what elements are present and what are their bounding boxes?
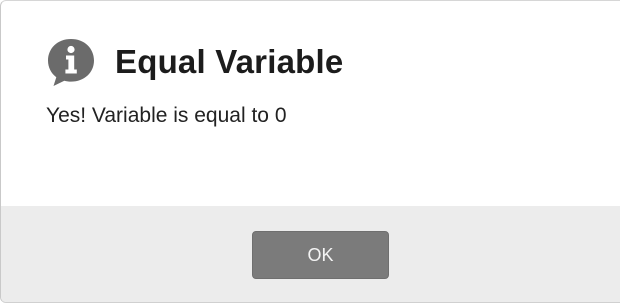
ok-button[interactable]: OK bbox=[252, 231, 389, 279]
info-icon bbox=[45, 36, 97, 88]
dialog-header: Equal Variable bbox=[45, 37, 343, 87]
alert-dialog: Equal Variable Yes! Variable is equal to… bbox=[0, 0, 620, 303]
dialog-message: Yes! Variable is equal to 0 bbox=[46, 104, 287, 127]
dialog-footer: OK bbox=[1, 206, 620, 302]
dialog-title: Equal Variable bbox=[115, 43, 344, 80]
